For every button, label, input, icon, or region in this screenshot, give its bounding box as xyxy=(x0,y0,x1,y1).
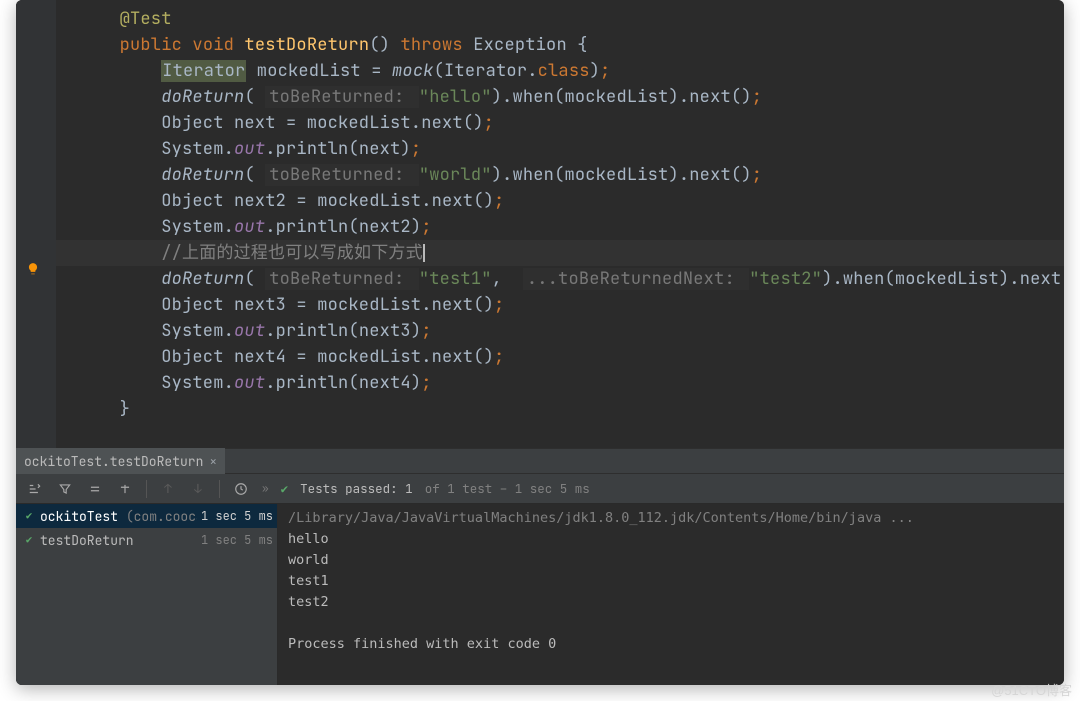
sort-icon[interactable] xyxy=(26,480,44,498)
tests-total-label: of 1 test – 1 sec 5 ms xyxy=(425,480,590,497)
test-duration: 1 sec 5 ms xyxy=(197,508,273,524)
check-icon: ✔ xyxy=(22,533,36,547)
run-tab[interactable]: ockitoTest.testDoReturn × xyxy=(16,448,225,474)
console-line: Process finished with exit code 0 xyxy=(288,634,1054,655)
code-line[interactable]: System.out.println(next3); xyxy=(56,318,1064,344)
code-line[interactable]: public void testDoReturn() throws Except… xyxy=(56,32,1064,58)
code-line[interactable]: Object next3 = mockedList.next(); xyxy=(56,292,1064,318)
check-icon: ✔ xyxy=(281,480,289,497)
console-output[interactable]: /Library/Java/JavaVirtualMachines/jdk1.8… xyxy=(278,504,1064,685)
code-line[interactable]: System.out.println(next2); xyxy=(56,214,1064,240)
code-line[interactable]: } xyxy=(56,396,1064,422)
close-icon[interactable]: × xyxy=(209,453,217,470)
collapse-icon[interactable] xyxy=(86,480,104,498)
code-line[interactable]: doReturn( toBeReturned: "test1", ...toBe… xyxy=(56,266,1064,292)
code-line[interactable]: System.out.println(next4); xyxy=(56,370,1064,396)
prev-icon[interactable]: ↑ xyxy=(159,480,177,498)
editor-gutter xyxy=(16,0,56,448)
code-line[interactable]: Object next4 = mockedList.next(); xyxy=(56,344,1064,370)
test-name: ockitoTest (com.coocaa.a xyxy=(40,508,197,525)
console-path: /Library/Java/JavaVirtualMachines/jdk1.8… xyxy=(288,508,1054,529)
run-tab-label: ockitoTest.testDoReturn xyxy=(24,453,203,470)
code-pane[interactable]: @Test public void testDoReturn() throws … xyxy=(56,0,1064,448)
next-icon[interactable]: ↓ xyxy=(189,480,207,498)
code-line[interactable]: //上面的过程也可以写成如下方式 xyxy=(56,240,1064,266)
console-line: test2 xyxy=(288,592,1054,613)
test-toolbar: ↑ ↓ » ✔ Tests passed: 1 of 1 test – 1 se… xyxy=(16,474,1064,504)
filter-icon[interactable] xyxy=(56,480,74,498)
console-line xyxy=(288,613,1054,634)
watermark: @51CTO博客 xyxy=(991,680,1072,699)
tests-passed-label: Tests passed: 1 xyxy=(300,480,413,497)
bulb-icon[interactable] xyxy=(26,262,40,276)
code-line[interactable]: Object next = mockedList.next(); xyxy=(56,110,1064,136)
editor-area[interactable]: @Test public void testDoReturn() throws … xyxy=(16,0,1064,448)
chevron-right-icon: » xyxy=(262,482,269,496)
expand-icon[interactable] xyxy=(116,480,134,498)
results-area: ✔ ockitoTest (com.coocaa.a1 sec 5 ms ✔ test… xyxy=(16,504,1064,685)
check-icon: ✔ xyxy=(22,509,36,523)
history-icon[interactable] xyxy=(232,480,250,498)
code-line[interactable]: System.out.println(next); xyxy=(56,136,1064,162)
code-line[interactable]: @Test xyxy=(56,6,1064,32)
test-duration: 1 sec 5 ms xyxy=(197,532,273,548)
toolbar-separator xyxy=(146,480,147,498)
console-line: hello xyxy=(288,529,1054,550)
test-tree[interactable]: ✔ ockitoTest (com.coocaa.a1 sec 5 ms ✔ test… xyxy=(16,504,278,685)
run-tab-strip: ockitoTest.testDoReturn × xyxy=(16,448,1064,474)
test-tree-row[interactable]: ✔ ockitoTest (com.coocaa.a1 sec 5 ms xyxy=(16,504,277,528)
code-line[interactable]: doReturn( toBeReturned: "hello").when(mo… xyxy=(56,84,1064,110)
console-line: test1 xyxy=(288,571,1054,592)
test-name: testDoReturn xyxy=(40,532,197,549)
code-line[interactable]: Iterator mockedList = mock(Iterator.clas… xyxy=(56,58,1064,84)
toolbar-separator xyxy=(219,480,220,498)
caret xyxy=(423,244,425,262)
code-line[interactable]: doReturn( toBeReturned: "world").when(mo… xyxy=(56,162,1064,188)
ide-frame: @Test public void testDoReturn() throws … xyxy=(16,0,1064,685)
console-line: world xyxy=(288,550,1054,571)
code-line[interactable]: Object next2 = mockedList.next(); xyxy=(56,188,1064,214)
test-tree-row[interactable]: ✔ testDoReturn1 sec 5 ms xyxy=(16,528,277,552)
